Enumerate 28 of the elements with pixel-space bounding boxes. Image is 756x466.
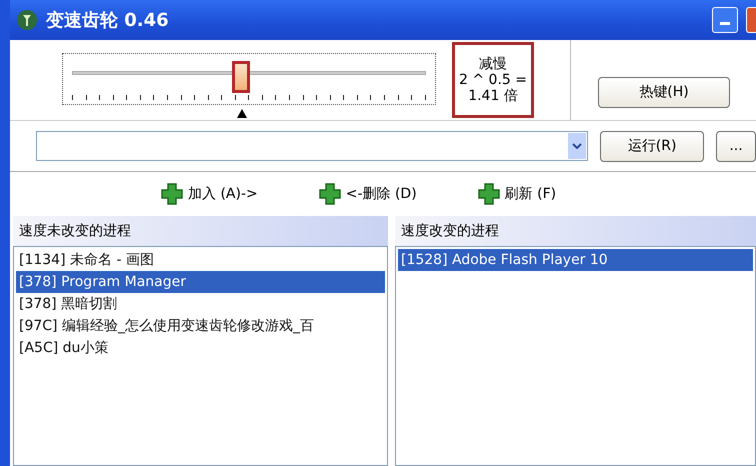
plus-icon [318,182,342,206]
hotkey-button[interactable]: 热键(H) [598,76,730,108]
plus-icon [476,182,501,206]
process-item[interactable]: [378] Program Manager [16,271,385,293]
process-item[interactable]: [1528] Adobe Flash Player 10 [398,249,753,271]
process-item[interactable]: [A5C] du小策 [16,337,385,359]
app-icon [16,9,38,31]
panel-header: 速度改变的进程 [395,216,756,246]
run-button[interactable]: 运行(R) [600,130,704,162]
chevron-down-icon [572,143,582,149]
window-title: 变速齿轮 0.46 [46,9,169,32]
close-button[interactable] [746,7,756,33]
process-item[interactable]: [378] 黑暗切割 [16,293,385,315]
plus-icon [160,182,184,206]
action-button[interactable]: 加入 (A)-> [160,182,258,206]
process-item[interactable]: [97C] 编辑经验_怎么使用变速齿轮修改游戏_百 [16,315,385,337]
speed-slider[interactable] [62,53,436,119]
action-button[interactable]: 刷新 (F) [476,182,556,206]
process-item[interactable]: [1134] 未命名 - 画图 [16,249,385,271]
action-button[interactable]: <-删除 (D) [318,182,417,206]
process-list[interactable]: [1134] 未命名 - 画图 [378] Program Manager [378] 黑暗切割 [97C] 编辑经验_怎么使用变速齿轮修改游戏_百 [A5C] du小策 [13,246,388,466]
minimize-button[interactable] [712,7,738,33]
more-button[interactable]: ... [716,130,756,162]
speed-readout: 减慢 2 ^ 0.5 = 1.41 倍 [452,42,534,118]
process-list[interactable]: [1528] Adobe Flash Player 10 [395,246,756,466]
panel-header: 速度未改变的进程 [13,216,388,246]
command-combo[interactable] [36,131,588,161]
minimize-icon [720,22,730,26]
